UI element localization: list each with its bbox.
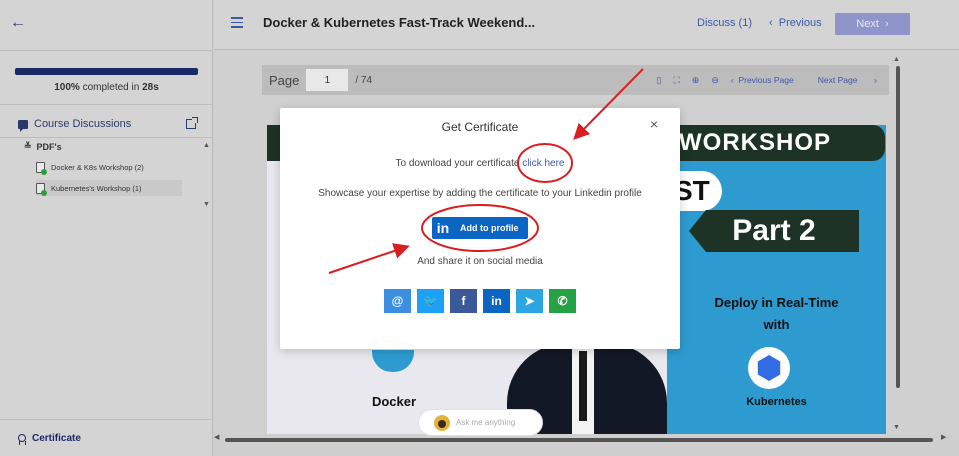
course-discussions-label: Course Discussions — [34, 118, 132, 130]
next-page-button[interactable]: Next Page › — [818, 75, 877, 85]
get-certificate-dialog: Get Certificate × To download your certi… — [280, 108, 680, 349]
award-icon — [18, 434, 26, 445]
share-text: And share it on social media — [417, 256, 543, 267]
previous-page-label: Previous Page — [738, 75, 794, 85]
progress-bar — [15, 68, 198, 75]
previous-page-button[interactable]: ‹ Previous Page — [731, 75, 806, 85]
fullscreen-icon[interactable]: ⛶ — [673, 75, 679, 86]
external-link-icon[interactable] — [186, 117, 198, 129]
sidebar: ← 100% completed in 28s Course Discussio… — [0, 0, 213, 456]
sidebar-divider — [0, 50, 213, 51]
chevron-right-icon: › — [878, 18, 889, 30]
scroll-up-icon[interactable]: ▲ — [203, 142, 210, 149]
scroll-down-icon[interactable]: ▼ — [893, 424, 900, 431]
email-icon[interactable]: @ — [384, 289, 411, 313]
poster-workshop-text: WORKSHOP — [679, 129, 831, 156]
page-label: Page — [269, 72, 300, 88]
add-to-profile-label: Add to profile — [460, 223, 519, 233]
twitter-icon[interactable]: 🐦 — [417, 289, 444, 313]
assistant-avatar — [434, 414, 450, 431]
docker-logo-icon — [372, 350, 414, 372]
page-number-input[interactable] — [306, 69, 349, 91]
certificate-link[interactable]: Certificate — [0, 419, 213, 456]
course-title: Docker & Kubernetes Fast-Track Weekend..… — [263, 15, 536, 30]
presenter-tie — [579, 351, 587, 421]
chevron-double-down-icon: ≚ — [24, 141, 32, 151]
download-prefix: To download your certificate — [395, 158, 520, 169]
vertical-scrollbar-thumb[interactable] — [896, 66, 900, 388]
document-check-icon — [36, 161, 47, 175]
sidebar-item-kubernetes-workshop[interactable]: Kubernetes's Workshop (1) — [36, 180, 182, 196]
scroll-down-icon[interactable]: ▼ — [203, 201, 210, 208]
horizontal-scrollbar-thumb[interactable] — [225, 438, 933, 442]
zoom-out-icon[interactable]: ⊖ — [711, 75, 719, 86]
dialog-title: Get Certificate — [441, 120, 519, 134]
social-share-row: @ 🐦 f in ➤ ✆ — [384, 289, 582, 313]
poster-kubernetes-text: Kubernetes — [746, 396, 807, 408]
pdf-section-header[interactable]: ≚ PDF's — [24, 141, 62, 152]
zoom-in-icon[interactable]: ⊕ — [692, 75, 700, 86]
sidebar-item-label: Docker & K8s Workshop (2) — [51, 162, 144, 172]
sidebar-divider — [0, 104, 213, 105]
linkedin-logo-icon: in — [434, 219, 452, 237]
kubernetes-logo-icon — [748, 347, 790, 389]
menu-icon[interactable] — [231, 17, 243, 31]
linkedin-icon[interactable]: in — [483, 289, 510, 313]
poster-part-text: Part 2 — [689, 210, 859, 252]
poster-docker-text: Docker — [371, 394, 417, 409]
chevron-left-icon: ‹ — [769, 17, 779, 29]
sidebar-item-docker-k8s-workshop[interactable]: Docker & K8s Workshop (2) — [36, 159, 182, 175]
certificate-label: Certificate — [32, 432, 81, 444]
telegram-icon[interactable]: ➤ — [516, 289, 543, 313]
previous-button[interactable]: ‹ Previous — [769, 17, 822, 29]
course-discussions-link[interactable]: Course Discussions — [18, 116, 198, 132]
ask-placeholder: Ask me anything — [456, 418, 516, 427]
next-label: Next — [856, 18, 879, 30]
sidebar-item-label: Kubernetes's Workshop (1) — [51, 183, 142, 193]
pdf-toolbar-actions: ▯ ⛶ ⊕ ⊖ ‹ Previous Page Next Page › — [657, 75, 889, 86]
showcase-text: Showcase your expertise by adding the ce… — [318, 188, 642, 199]
pdf-toolbar: Page / 74 ▯ ⛶ ⊕ ⊖ ‹ Previous Page Next P… — [262, 65, 889, 95]
poster-deploy-line1: Deploy in Real-Time — [714, 295, 839, 310]
previous-label: Previous — [778, 17, 822, 29]
chat-icon — [18, 119, 28, 132]
ask-input[interactable]: Ask me anything — [418, 409, 543, 436]
whatsapp-icon[interactable]: ✆ — [549, 289, 576, 313]
download-certificate-link[interactable]: click here — [522, 158, 564, 169]
sidebar-divider — [0, 137, 213, 138]
poster-deploy-text: Deploy in Real-Time with — [667, 292, 886, 336]
document-check-icon — [36, 182, 47, 196]
scroll-right-icon[interactable]: ▶ — [941, 433, 946, 441]
progress-bar-fill — [15, 68, 198, 75]
progress-time: 28s — [142, 82, 159, 93]
progress-completed-label: completed in — [82, 82, 140, 93]
scroll-left-icon[interactable]: ◀ — [214, 433, 219, 441]
bookmark-icon[interactable]: ▯ — [657, 75, 662, 86]
scroll-up-icon[interactable]: ▲ — [893, 56, 900, 63]
next-button[interactable]: Next › — [835, 13, 910, 35]
pdf-section-label: PDF's — [36, 141, 62, 152]
progress-text: 100% completed in 28s — [0, 82, 213, 93]
close-icon[interactable]: × — [650, 116, 658, 132]
add-to-profile-button[interactable]: in Add to profile — [432, 217, 528, 239]
back-arrow-icon[interactable]: ← — [10, 14, 26, 32]
discuss-button[interactable]: Discuss (1) — [697, 17, 752, 29]
progress-percent: 100% — [54, 82, 80, 93]
top-bar: Docker & Kubernetes Fast-Track Weekend..… — [214, 0, 959, 50]
page-total: / 74 — [355, 74, 373, 86]
next-page-label: Next Page — [817, 75, 858, 85]
download-instructions: To download your certificate click here — [280, 158, 680, 169]
poster-deploy-line2: with — [763, 317, 790, 332]
facebook-icon[interactable]: f — [450, 289, 477, 313]
